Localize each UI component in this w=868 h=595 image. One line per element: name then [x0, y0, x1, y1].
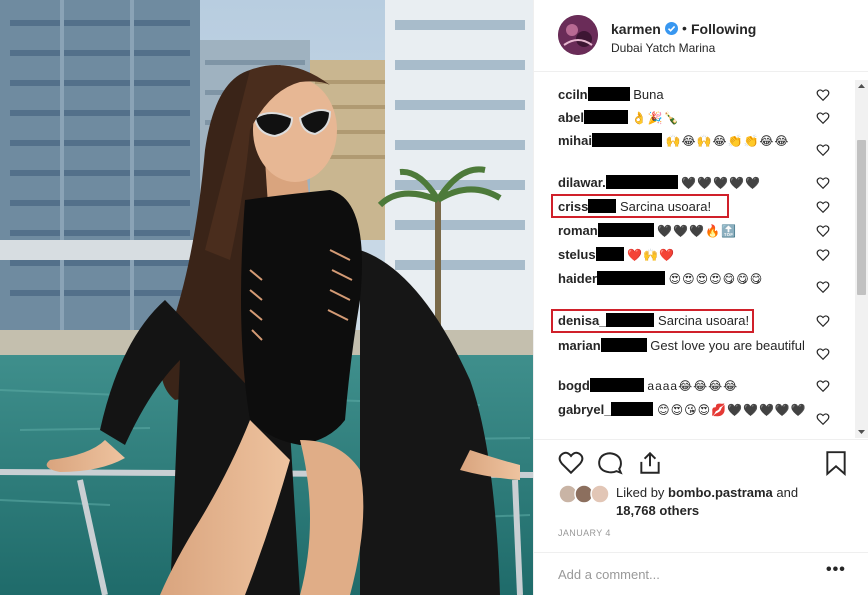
likes-prefix: Liked by	[616, 485, 665, 500]
redacted-block	[605, 175, 678, 189]
comment-author[interactable]: stelus	[558, 247, 596, 262]
liker-avatars[interactable]	[558, 484, 610, 508]
add-comment-input[interactable]: Add a comment...	[558, 567, 660, 582]
liker-username[interactable]: bombo.pastrama	[668, 485, 773, 500]
comment-item: haider 😍😍😍😍😋😋😋	[558, 270, 828, 288]
comment-text: ❤️🙌❤️	[627, 248, 676, 262]
likes-summary: Liked by bombo.pastrama and 18,768 other…	[616, 484, 846, 520]
heart-icon[interactable]	[816, 224, 830, 238]
verified-badge-icon	[665, 22, 678, 35]
post-date[interactable]: JANUARY 4	[558, 528, 611, 538]
comment-item: gabryel_ 😊😍😘😍💋🖤🖤🖤🖤🖤	[558, 401, 828, 419]
post-header: karmen • Following Dubai Yatch Marina	[534, 0, 868, 72]
comment-item: dilawar. 🖤🖤🖤🖤🖤	[558, 174, 828, 192]
comment-icon[interactable]	[597, 450, 623, 476]
comment-text: aaaa😂😂😂😂	[647, 379, 739, 393]
avatar[interactable]	[558, 15, 598, 55]
scrollbar-thumb[interactable]	[857, 140, 866, 295]
comment-text: Buna	[633, 87, 664, 102]
comment-item: marian Gest love you are beautiful	[558, 337, 828, 355]
redacted-block	[591, 133, 662, 147]
likes-joiner: and	[776, 485, 799, 500]
scroll-up-arrow-icon[interactable]	[857, 82, 866, 90]
heart-icon[interactable]	[816, 412, 830, 426]
comment-author[interactable]: mihai	[558, 133, 592, 148]
likes-row: Liked by bombo.pastrama and 18,768 other…	[534, 482, 868, 522]
comment-item: bogd aaaa😂😂😂😂	[558, 377, 828, 395]
heart-icon[interactable]	[816, 248, 830, 262]
redacted-block	[587, 87, 630, 101]
highlight-box	[551, 309, 754, 333]
post-side-panel: karmen • Following Dubai Yatch Marina cc…	[533, 0, 868, 595]
comments-list[interactable]: cciln Buna abel 👌🎉🍾 mihai 🙌😂🙌😂👏👏😂😂 dilaw…	[534, 80, 854, 438]
comment-author[interactable]: marian	[558, 338, 601, 353]
comment-item: roman 🖤🖤🖤🔥🔝	[558, 222, 828, 240]
comment-author[interactable]: roman	[558, 223, 598, 238]
redacted-block	[584, 110, 629, 124]
redacted-block	[600, 338, 647, 352]
post-photo[interactable]	[0, 0, 533, 595]
redacted-block	[597, 223, 654, 237]
highlight-box	[551, 194, 729, 218]
post-username[interactable]: karmen	[611, 21, 661, 37]
comment-author[interactable]: abel	[558, 110, 584, 125]
redacted-block	[611, 402, 654, 416]
comment-text: 🖤🖤🖤🔥🔝	[657, 224, 738, 238]
heart-icon[interactable]	[816, 143, 830, 157]
heart-icon[interactable]	[816, 88, 830, 102]
comment-text: 👌🎉🍾	[631, 111, 680, 125]
action-bar	[534, 439, 868, 479]
comment-author[interactable]: dilawar.	[558, 175, 606, 190]
redacted-block	[589, 378, 644, 392]
comment-item: mihai 🙌😂🙌😂👏👏😂😂	[558, 132, 828, 150]
following-button[interactable]: Following	[691, 21, 756, 37]
bookmark-icon[interactable]	[823, 450, 849, 476]
likes-count[interactable]: 18,768 others	[616, 503, 699, 518]
heart-icon[interactable]	[816, 200, 830, 214]
heart-icon[interactable]	[816, 314, 830, 328]
post-location[interactable]: Dubai Yatch Marina	[611, 41, 715, 55]
add-comment-bar: Add a comment... •••	[534, 552, 868, 595]
redacted-block	[597, 271, 666, 285]
scroll-down-arrow-icon[interactable]	[857, 428, 866, 436]
more-options-icon[interactable]: •••	[826, 561, 846, 579]
comment-author[interactable]: cciln	[558, 87, 588, 102]
comment-text: 😊😍😘😍💋🖤🖤🖤🖤🖤	[657, 403, 807, 417]
comment-text: 🖤🖤🖤🖤🖤	[681, 176, 762, 190]
share-icon[interactable]	[637, 450, 663, 476]
comment-text: 😍😍😍😍😋😋😋	[668, 272, 764, 286]
like-heart-icon[interactable]	[558, 450, 584, 476]
comment-text: Gest love you are beautiful	[650, 338, 805, 353]
heart-icon[interactable]	[816, 280, 830, 294]
heart-icon[interactable]	[816, 111, 830, 125]
heart-icon[interactable]	[816, 379, 830, 393]
comment-item: stelus ❤️🙌❤️	[558, 246, 828, 264]
redacted-block	[595, 247, 624, 261]
follow-separator: •	[682, 20, 687, 36]
heart-icon[interactable]	[816, 176, 830, 190]
comment-item: abel 👌🎉🍾	[558, 109, 828, 127]
comment-author[interactable]: haider	[558, 271, 597, 286]
comment-text: 🙌😂🙌😂👏👏😂😂	[665, 134, 790, 148]
comment-author[interactable]: gabryel_	[558, 402, 611, 417]
comment-item: cciln Buna	[558, 86, 828, 104]
heart-icon[interactable]	[816, 347, 830, 361]
comment-author[interactable]: bogd	[558, 378, 590, 393]
